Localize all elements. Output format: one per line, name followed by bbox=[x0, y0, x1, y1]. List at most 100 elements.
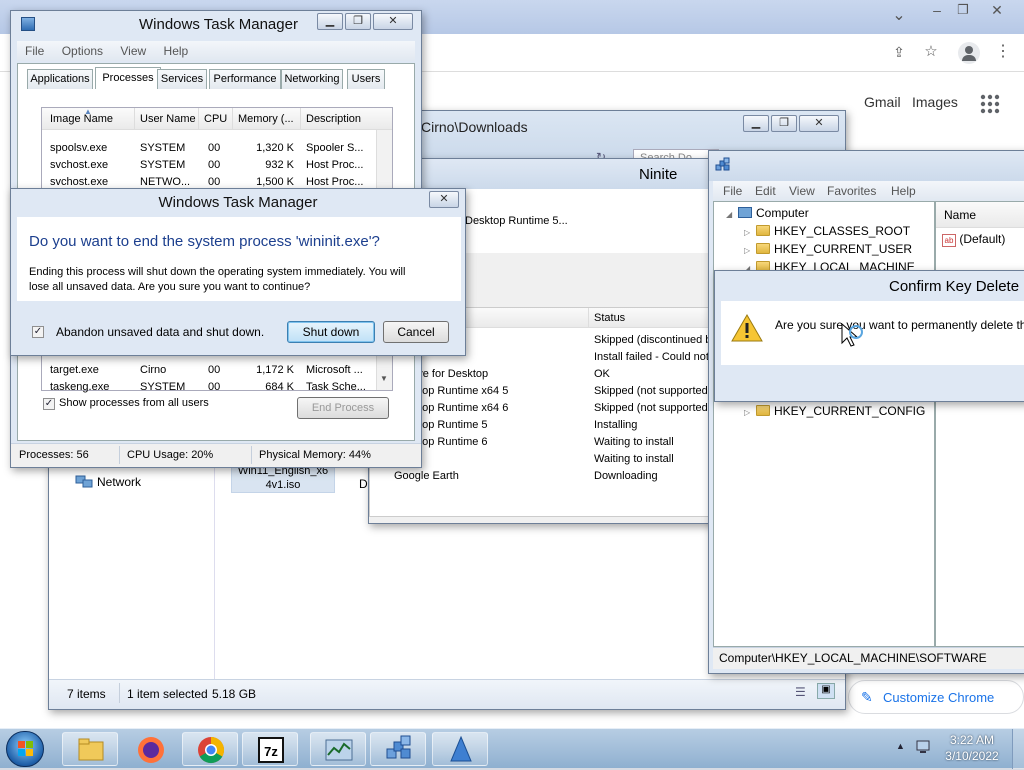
dialog-title: Windows Task Manager bbox=[158, 194, 318, 211]
col-user-name[interactable]: User Name bbox=[140, 113, 196, 125]
tree-computer[interactable]: ◢ Computer bbox=[726, 206, 809, 220]
table-row[interactable]: spoolsv.exe SYSTEM 00 1,320 K Spooler S... bbox=[42, 140, 376, 157]
col-memory[interactable]: Memory (... bbox=[238, 113, 294, 125]
menu-dots-icon[interactable]: ⋮ bbox=[992, 42, 1014, 62]
images-link[interactable]: Images bbox=[912, 94, 958, 110]
chevron-down-icon[interactable]: ⌄ bbox=[888, 6, 910, 26]
warning-icon bbox=[731, 313, 763, 343]
table-cell: Host Proc... bbox=[306, 159, 364, 171]
show-all-processes-checkbox[interactable]: ✓ bbox=[43, 398, 55, 410]
network-nav-item[interactable]: Network bbox=[97, 475, 141, 489]
col-description[interactable]: Description bbox=[306, 113, 361, 125]
dialog-close-button[interactable]: ✕ bbox=[429, 191, 459, 208]
taskbar-ninite[interactable] bbox=[432, 732, 488, 766]
apps-grid-icon[interactable] bbox=[980, 94, 1000, 114]
dialog-body-line2: lose all unsaved data. Are you sure you … bbox=[29, 281, 311, 293]
tree-hkey-current-config[interactable]: ▷ HKEY_CURRENT_CONFIG bbox=[744, 404, 925, 418]
dialog-body-line1: Ending this process will shut down the o… bbox=[29, 266, 406, 278]
customize-chrome-button[interactable]: ✎ Customize Chrome bbox=[848, 680, 1024, 714]
explorer-address[interactable]: Cirno\Downloads bbox=[421, 119, 528, 135]
tab-applications[interactable]: Applications bbox=[27, 69, 93, 89]
registry-tree: ◢ Computer ▷ HKEY_CLASSES_ROOT ▷ HKEY_CURRE… bbox=[713, 201, 935, 647]
menu-file[interactable]: File bbox=[25, 44, 44, 58]
menu-edit[interactable]: Edit bbox=[755, 181, 776, 201]
col-cpu[interactable]: CPU bbox=[204, 113, 227, 125]
scroll-down-icon[interactable]: ▼ bbox=[380, 374, 388, 383]
menu-help[interactable]: Help bbox=[891, 181, 916, 201]
cancel-button[interactable]: Cancel bbox=[383, 321, 449, 343]
taskbar-7zip[interactable]: 7z bbox=[242, 732, 298, 766]
close-button[interactable]: ✕ bbox=[373, 13, 413, 30]
app-name: Google Earth bbox=[394, 470, 459, 482]
menu-favorites[interactable]: Favorites bbox=[827, 181, 876, 201]
menu-view[interactable]: View bbox=[120, 44, 146, 58]
show-desktop-button[interactable] bbox=[1012, 729, 1024, 769]
folder-icon bbox=[756, 405, 770, 416]
end-process-button[interactable]: End Process bbox=[297, 397, 389, 419]
minimize-icon[interactable]: – bbox=[926, 0, 948, 20]
table-cell: SYSTEM bbox=[140, 381, 186, 393]
app-status: Skipped (not supported bbox=[594, 402, 708, 414]
folder-icon bbox=[756, 225, 770, 236]
show-hidden-icons[interactable]: ▲ bbox=[896, 741, 905, 751]
ninite-title: Ninite bbox=[639, 166, 678, 183]
table-cell: 00 bbox=[208, 364, 221, 376]
maximize-button[interactable]: ❐ bbox=[345, 13, 371, 30]
table-row[interactable]: target.exe Cirno 00 1,172 K Microsoft ... bbox=[42, 362, 376, 379]
tree-hkey-classes-root[interactable]: ▷ HKEY_CLASSES_ROOT bbox=[744, 224, 910, 238]
tree-hkey-current-user[interactable]: ▷ HKEY_CURRENT_USER bbox=[744, 242, 912, 256]
abandon-data-checkbox[interactable]: ✓ bbox=[32, 326, 44, 338]
taskbar-chrome[interactable] bbox=[182, 732, 238, 766]
close-icon[interactable]: ✕ bbox=[986, 0, 1008, 20]
network-tray-icon[interactable] bbox=[916, 739, 930, 755]
taskbar-file-explorer[interactable] bbox=[62, 732, 118, 766]
taskbar-task-manager[interactable] bbox=[310, 732, 366, 766]
tab-performance[interactable]: Performance bbox=[209, 69, 281, 89]
clock-time[interactable]: 3:22 AM bbox=[942, 733, 1002, 747]
tab-networking[interactable]: Networking bbox=[281, 69, 343, 89]
app-status: Install failed - Could not bbox=[594, 351, 709, 363]
table-cell: SYSTEM bbox=[140, 142, 186, 154]
minimize-button[interactable]: ▁ bbox=[317, 13, 343, 30]
star-icon[interactable]: ☆ bbox=[920, 42, 942, 62]
end-process-dialog: Windows Task Manager ✕ Do you want to en… bbox=[10, 188, 466, 356]
table-cell: Cirno bbox=[140, 364, 167, 376]
list-item[interactable]: Google Earth Downloading bbox=[370, 468, 716, 485]
pencil-icon: ✎ bbox=[861, 689, 873, 705]
gmail-link[interactable]: Gmail bbox=[864, 94, 901, 110]
menu-help[interactable]: Help bbox=[164, 44, 189, 58]
mouse-cursor-icon bbox=[841, 322, 863, 347]
table-cell: spoolsv.exe bbox=[50, 142, 108, 154]
share-icon[interactable]: ⇪ bbox=[888, 42, 910, 62]
menu-options[interactable]: Options bbox=[62, 44, 103, 58]
restore-icon[interactable]: ❐ bbox=[952, 0, 974, 20]
value-default[interactable]: ab (Default) bbox=[942, 232, 1005, 247]
name-column-header[interactable]: Name bbox=[944, 208, 976, 222]
col-image-name[interactable]: Image Name bbox=[50, 113, 113, 125]
menu-view[interactable]: View bbox=[789, 181, 815, 201]
table-row[interactable]: taskeng.exe SYSTEM 00 684 K Task Sche... bbox=[42, 379, 376, 396]
app-status: Skipped (not supported bbox=[594, 385, 708, 397]
table-cell: 684 K bbox=[265, 381, 294, 393]
tab-processes[interactable]: Processes bbox=[95, 67, 161, 89]
minimize-button[interactable]: ▁ bbox=[743, 115, 769, 132]
close-button[interactable]: ✕ bbox=[799, 115, 839, 132]
profile-avatar[interactable] bbox=[958, 42, 980, 64]
table-cell: SYSTEM bbox=[140, 159, 186, 171]
maximize-button[interactable]: ❐ bbox=[771, 115, 797, 132]
status-column-header[interactable]: Status bbox=[594, 312, 625, 324]
taskbar-firefox[interactable] bbox=[122, 732, 178, 766]
tab-services[interactable]: Services bbox=[157, 69, 207, 89]
shut-down-button[interactable]: Shut down bbox=[287, 321, 375, 343]
task-manager-statusbar: Processes: 56 CPU Usage: 20% Physical Me… bbox=[11, 443, 421, 467]
tab-users[interactable]: Users bbox=[347, 69, 385, 89]
details-view-icon[interactable]: ☰ bbox=[795, 685, 806, 699]
table-row[interactable]: svchost.exe SYSTEM 00 932 K Host Proc... bbox=[42, 157, 376, 174]
large-icons-view-icon[interactable]: ▣ bbox=[817, 683, 835, 699]
start-button[interactable] bbox=[6, 731, 44, 767]
clock-date[interactable]: 3/10/2022 bbox=[942, 749, 1002, 763]
taskbar-registry-editor[interactable] bbox=[370, 732, 426, 766]
table-cell: 00 bbox=[208, 381, 221, 393]
menu-file[interactable]: File bbox=[723, 181, 742, 201]
table-cell: 1,320 K bbox=[256, 142, 294, 154]
